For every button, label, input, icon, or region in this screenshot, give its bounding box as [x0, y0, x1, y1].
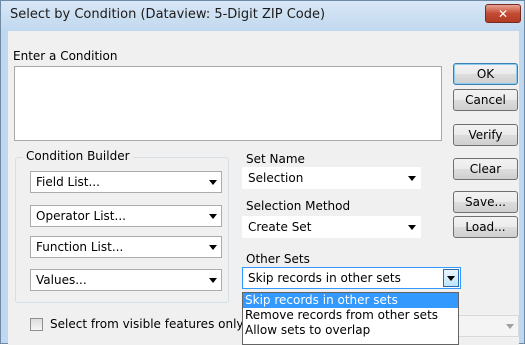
chevron-down-icon [447, 276, 455, 281]
dialog-title: Select by Condition (Dataview: 5-Digit Z… [10, 7, 326, 22]
other-sets-label: Other Sets [246, 252, 310, 266]
operator-list-value: Operator List... [36, 209, 126, 223]
condition-builder-title: Condition Builder [23, 149, 133, 163]
close-icon: ✕ [497, 7, 509, 21]
values-dropdown[interactable]: Values... [30, 269, 222, 291]
chevron-down-icon [209, 214, 217, 219]
other-sets-value: Skip records in other sets [248, 271, 401, 285]
selection-method-label: Selection Method [246, 199, 351, 213]
selection-method-value: Create Set [248, 220, 312, 234]
chevron-down-icon [408, 225, 416, 230]
chevron-down-icon [408, 176, 416, 181]
clear-button[interactable]: Clear [453, 158, 518, 180]
other-sets-options-list[interactable]: Skip records in other sets Remove record… [242, 292, 459, 345]
set-name-dropdown[interactable]: Selection [242, 167, 421, 189]
visible-features-checkbox[interactable] [30, 318, 43, 331]
select-by-condition-dialog: Select by Condition (Dataview: 5-Digit Z… [0, 0, 525, 345]
chevron-down-icon [209, 278, 217, 283]
condition-input[interactable] [14, 66, 442, 141]
field-list-dropdown[interactable]: Field List... [30, 171, 222, 193]
load-button[interactable]: Load... [453, 216, 518, 238]
field-list-value: Field List... [36, 175, 100, 189]
condition-label: Enter a Condition [13, 49, 118, 63]
verify-button[interactable]: Verify [453, 124, 518, 146]
selection-method-dropdown[interactable]: Create Set [242, 216, 421, 238]
other-sets-dropdown[interactable]: Skip records in other sets [242, 267, 461, 289]
option-skip-records[interactable]: Skip records in other sets [243, 293, 458, 308]
chevron-down-icon [209, 180, 217, 185]
set-name-value: Selection [248, 171, 304, 185]
visible-features-label: Select from visible features only [50, 317, 244, 331]
function-list-dropdown[interactable]: Function List... [30, 236, 222, 258]
chevron-down-icon [506, 324, 514, 329]
cancel-button[interactable]: Cancel [453, 89, 518, 111]
title-bar[interactable]: Select by Condition (Dataview: 5-Digit Z… [1, 1, 524, 29]
option-allow-overlap[interactable]: Allow sets to overlap [243, 323, 458, 338]
ok-button[interactable]: OK [453, 63, 518, 85]
save-button[interactable]: Save... [453, 191, 518, 213]
set-name-label: Set Name [246, 152, 305, 166]
dropdown-button[interactable] [443, 269, 459, 287]
close-button[interactable]: ✕ [485, 4, 521, 23]
operator-list-dropdown[interactable]: Operator List... [30, 205, 222, 227]
values-value: Values... [36, 273, 87, 287]
function-list-value: Function List... [36, 240, 124, 254]
obscured-dropdown [459, 315, 519, 337]
option-remove-records[interactable]: Remove records from other sets [243, 308, 458, 323]
chevron-down-icon [209, 245, 217, 250]
